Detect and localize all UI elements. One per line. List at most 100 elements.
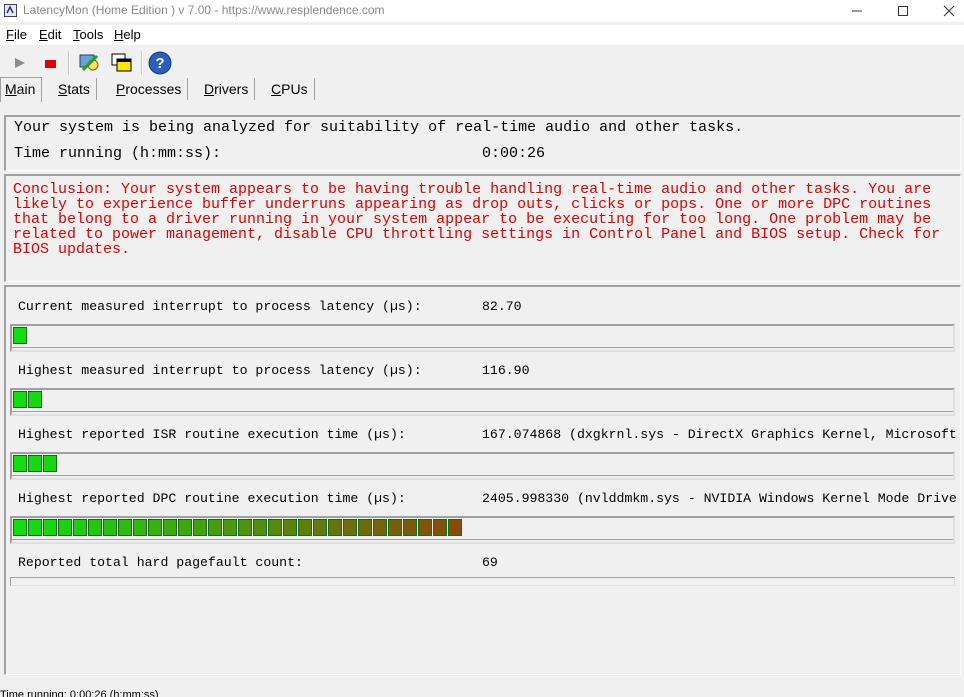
status-text: Time running: 0:00:26 (h:mm:ss) <box>0 689 159 697</box>
summary-panel: Your system is being analyzed for suitab… <box>4 115 961 171</box>
latency-bar-segment <box>373 519 387 536</box>
tab-stats-label: tats <box>67 81 90 97</box>
latency-bar-segment <box>208 519 222 536</box>
latency-bar <box>10 324 955 352</box>
tab-stats-mnemonic: S <box>58 81 68 97</box>
menu-edit-mnemonic: E <box>39 27 48 42</box>
latency-bar-segment <box>448 519 462 536</box>
menu-help-label: elp <box>123 27 141 42</box>
latency-bar-segment <box>298 519 312 536</box>
latency-bar-segment <box>43 519 57 536</box>
bar-edge <box>12 475 953 476</box>
latency-bar <box>10 388 955 416</box>
title-bar: LatencyMon (Home Edition ) v 7.00 - http… <box>0 0 964 22</box>
latency-bar <box>10 452 955 480</box>
windows-icon <box>111 53 132 72</box>
svg-text:?: ? <box>155 55 164 72</box>
metric-value: 116.90 <box>482 363 530 378</box>
metric-label: Highest reported DPC routine execution t… <box>18 491 406 506</box>
latency-bar-segment <box>13 327 27 344</box>
menu-tools[interactable]: Tools <box>73 27 103 42</box>
latency-bar-segment <box>13 455 27 472</box>
conclusion-text: Conclusion: Your system appears to be ha… <box>13 181 941 258</box>
metric-label: Reported total hard pagefault count: <box>18 555 303 570</box>
latency-bar-segment <box>73 519 87 536</box>
metric-value: 69 <box>482 555 498 570</box>
latency-bar-segment <box>13 391 27 408</box>
latency-bar-segment <box>328 519 342 536</box>
metric-label: Highest reported ISR routine execution t… <box>18 427 406 442</box>
latency-bar-segment <box>268 519 282 536</box>
stop-icon <box>45 60 56 68</box>
latency-bar-segment <box>193 519 207 536</box>
menu-help[interactable]: Help <box>114 27 141 42</box>
maximize-icon <box>898 6 908 16</box>
tab-stats[interactable]: Stats <box>54 78 97 100</box>
tab-processes-mnemonic: P <box>116 81 126 97</box>
latency-bar-segment <box>28 519 42 536</box>
latency-bar-segment <box>148 519 162 536</box>
menu-edit-label: dit <box>47 27 62 42</box>
close-icon <box>943 5 955 17</box>
tab-cpus[interactable]: CPUs <box>267 78 315 100</box>
menu-file[interactable]: File <box>6 27 27 42</box>
tab-cpus-mnemonic: C <box>271 81 282 97</box>
bar-edge <box>12 347 953 348</box>
latency-bar-segment <box>238 519 252 536</box>
help-icon: ? <box>148 51 172 75</box>
minimize-icon <box>852 10 862 12</box>
latency-bar-segment <box>103 519 117 536</box>
tab-processes[interactable]: Processes <box>112 78 189 100</box>
tab-cpus-label: PUs <box>281 81 308 97</box>
bar-edge <box>12 411 953 412</box>
menu-help-mnemonic: H <box>114 27 124 42</box>
tab-drivers[interactable]: Drivers <box>200 78 256 100</box>
menu-bar: File Edit Tools Help <box>0 25 964 45</box>
time-running-label: Time running (h:mm:ss): <box>14 145 222 162</box>
analyze-button[interactable] <box>77 50 103 76</box>
latency-bar-segment <box>43 455 57 472</box>
tab-processes-label: rocesses <box>125 81 182 97</box>
latency-bar-segment <box>118 519 132 536</box>
metric-value: 82.70 <box>482 299 522 314</box>
menu-edit[interactable]: Edit <box>39 27 61 42</box>
close-button[interactable] <box>926 0 964 22</box>
latency-bar-segment <box>343 519 357 536</box>
latency-bar-segment <box>358 519 372 536</box>
metrics-panel: Current measured interrupt to process la… <box>4 285 961 675</box>
tab-drivers-mnemonic: D <box>204 81 215 97</box>
menu-file-label: ile <box>13 27 27 42</box>
menu-tools-label: ools <box>79 27 104 42</box>
help-button[interactable]: ? <box>147 50 173 76</box>
conclusion-panel: Conclusion: Your system appears to be ha… <box>4 174 961 282</box>
latency-bar-segment <box>13 519 27 536</box>
metric-label: Current measured interrupt to process la… <box>18 299 422 314</box>
status-bar: Time running: 0:00:26 (h:mm:ss) <box>0 687 964 697</box>
play-icon <box>15 58 25 68</box>
latency-bar-segment <box>418 519 432 536</box>
stop-button[interactable] <box>38 50 64 76</box>
latency-bar-segment <box>28 455 42 472</box>
windows-button[interactable] <box>109 50 135 76</box>
maximize-button[interactable] <box>880 0 926 22</box>
tab-main-mnemonic: M <box>5 81 17 97</box>
tab-drivers-label: rivers <box>214 81 249 97</box>
tab-main-label: ain <box>16 81 36 97</box>
analyze-icon <box>79 54 99 72</box>
latencymon-app-icon <box>4 4 17 17</box>
latency-bar-segment <box>88 519 102 536</box>
latency-bar-segment <box>433 519 447 536</box>
tab-main[interactable]: Main <box>0 77 43 102</box>
latency-bar-segment <box>253 519 267 536</box>
latency-bar-segment <box>58 519 72 536</box>
latency-bar-segment <box>283 519 297 536</box>
metric-value: 2405.998330 (nvlddmkm.sys - NVIDIA Windo… <box>482 491 957 506</box>
latency-bar-segment <box>163 519 177 536</box>
time-running-value: 0:00:26 <box>482 145 546 162</box>
menu-file-mnemonic: F <box>6 27 14 42</box>
bar-edge <box>12 539 953 540</box>
latency-bar-segment <box>313 519 327 536</box>
minimize-button[interactable] <box>834 0 880 22</box>
latency-bar-segment <box>28 391 42 408</box>
start-button[interactable] <box>7 50 33 76</box>
